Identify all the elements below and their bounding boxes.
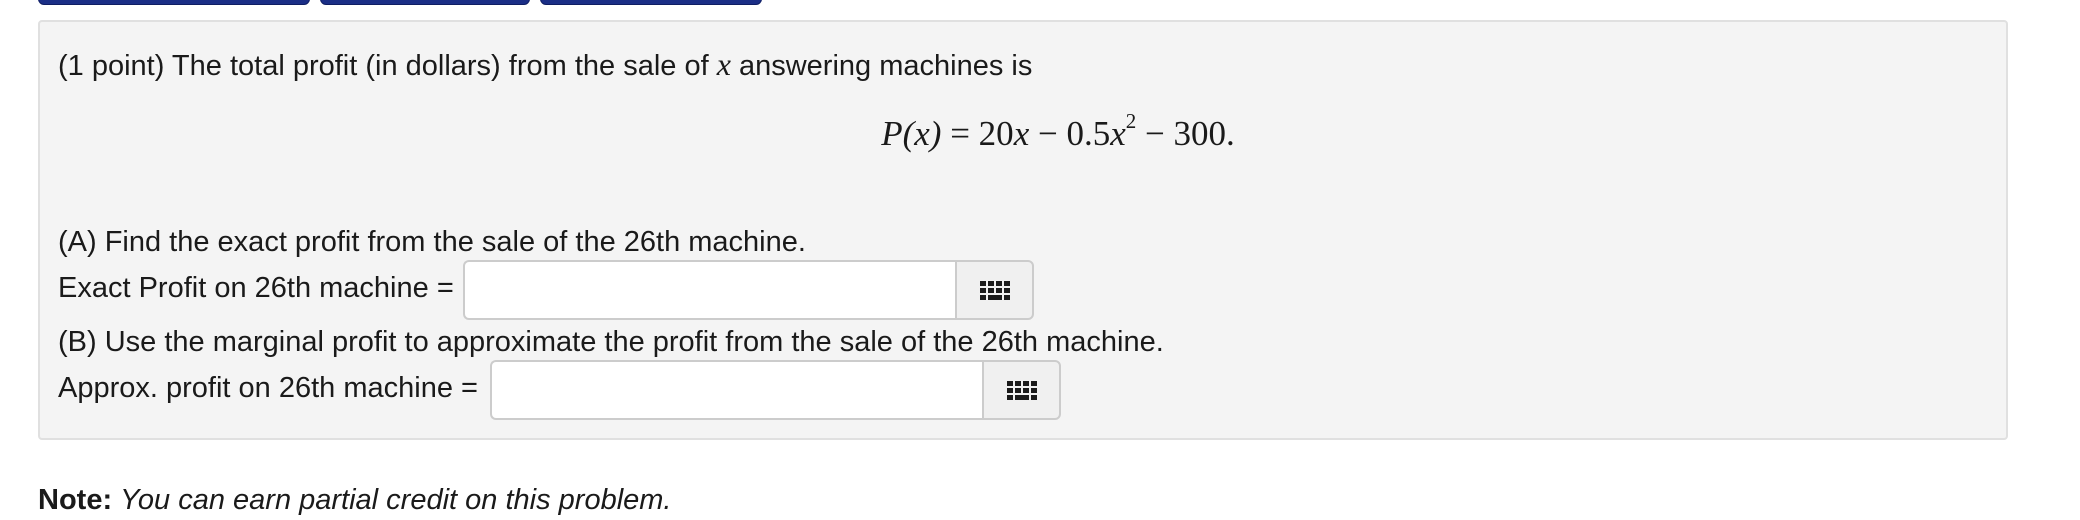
intro-suffix: answering machines is <box>730 50 1033 82</box>
part-b-label: Approx. profit on 26th machine = <box>58 372 478 404</box>
partial-credit-note: Note: You can earn partial credit on thi… <box>38 484 671 517</box>
equation-eq: = 20 <box>941 114 1014 153</box>
part-a-answer-group <box>463 260 1034 320</box>
equation-exponent: 2 <box>1125 109 1137 133</box>
part-a-keypad-button[interactable] <box>955 260 1034 320</box>
note-label: Note: <box>38 484 113 516</box>
grid-keypad-icon <box>1006 380 1037 400</box>
equation-x2: x <box>1110 114 1126 153</box>
intro-prefix: (1 point) The total profit (in dollars) … <box>58 50 717 82</box>
part-a-prompt: (A) Find the exact profit from the sale … <box>58 226 806 258</box>
part-b-prompt: (B) Use the marginal profit to approxima… <box>58 326 1164 358</box>
tab-1[interactable] <box>38 0 310 5</box>
equation-lhs: P(x) <box>881 114 942 153</box>
equation-x1: x <box>1013 114 1030 153</box>
part-b-answer-group <box>490 360 1061 420</box>
problem-intro: (1 point) The total profit (in dollars) … <box>58 46 1032 83</box>
equation-mid: − 0.5 <box>1029 114 1111 153</box>
tab-2[interactable] <box>320 0 530 5</box>
part-a-answer-input[interactable] <box>463 260 955 320</box>
part-a-label: Exact Profit on 26th machine = <box>58 272 454 304</box>
intro-variable: x <box>716 46 731 82</box>
problem-container: (1 point) The total profit (in dollars) … <box>38 20 2008 440</box>
tab-3[interactable] <box>540 0 762 5</box>
equation-tail: − 300. <box>1136 114 1235 153</box>
grid-keypad-icon <box>979 280 1010 300</box>
part-b-keypad-button[interactable] <box>982 360 1061 420</box>
profit-equation: P(x) = 20x − 0.5x2 − 300. <box>40 111 2006 154</box>
part-b-answer-input[interactable] <box>490 360 982 420</box>
note-text: You can earn partial credit on this prob… <box>120 484 672 516</box>
